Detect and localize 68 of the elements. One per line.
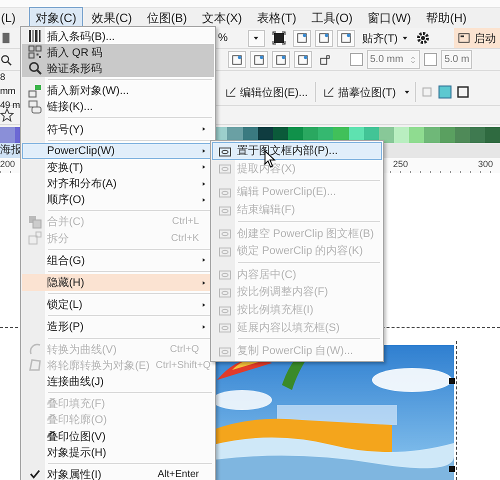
- menu-item[interactable]: 插入条码(B)...: [22, 28, 214, 44]
- submenu-arrow-icon: [201, 125, 207, 134]
- menu-bar-item[interactable]: (L): [0, 8, 23, 28]
- size-value: 49 m: [0, 99, 20, 113]
- nudge-field[interactable]: 5.0 mm: [367, 50, 420, 69]
- menu-bar-item[interactable]: 窗口(W): [360, 6, 418, 30]
- menu-bar-item[interactable]: 效果(C): [84, 6, 140, 30]
- dropdown-caret-icon: [252, 34, 260, 42]
- zoom-icon: [0, 54, 12, 66]
- menu-item[interactable]: 插入新对象(W)...: [22, 82, 214, 99]
- submenu-arrow-icon: [201, 256, 207, 264]
- combine-icon: [28, 214, 42, 229]
- outline-icon: [28, 358, 42, 372]
- rectangle-icon: [456, 85, 470, 99]
- selection-handle[interactable]: [449, 466, 455, 472]
- submenu-arrow-icon: [201, 300, 207, 309]
- ruler-label: 300: [478, 159, 494, 169]
- submenu-arrow-icon: [201, 322, 207, 331]
- nudge-field[interactable]: 5.0 m: [441, 50, 472, 69]
- break-apart-icon: [28, 231, 42, 246]
- zoom-dropdown-button[interactable]: [248, 30, 265, 46]
- insert-object-icon: [28, 84, 42, 98]
- trace-bitmap-button[interactable]: 描摹位图(T): [320, 84, 399, 100]
- menu-item[interactable]: 符号(Y): [22, 120, 214, 138]
- dropdown-caret-icon: [402, 88, 411, 96]
- menu-item[interactable]: 叠印位图(V): [22, 428, 214, 444]
- menu-item[interactable]: 插入 QR 码: [22, 44, 214, 60]
- menu-bar-item[interactable]: 工具(O): [304, 6, 360, 30]
- menu-item[interactable]: 链接(K)...: [22, 98, 214, 115]
- menu-item[interactable]: 锁定(L): [22, 296, 214, 313]
- dropdown-caret-icon: [400, 34, 409, 42]
- full-screen-icon: [272, 31, 286, 45]
- size-value: 8 mm: [0, 71, 16, 99]
- link-icon: [28, 100, 42, 114]
- zoom-percent: %: [218, 32, 228, 44]
- checkbox[interactable]: [350, 53, 363, 66]
- magnifier-icon: [28, 61, 42, 76]
- bitmap-icon: [438, 85, 452, 99]
- settings-icon: [416, 31, 430, 45]
- barcode-icon: [28, 29, 42, 44]
- menu-item[interactable]: 连接曲线(J): [22, 373, 214, 390]
- checkbox[interactable]: [424, 53, 438, 66]
- window-icon: [458, 32, 470, 44]
- page-icon: [0, 32, 12, 44]
- menu-item[interactable]: 组合(G): [22, 252, 214, 268]
- snap-dropdown[interactable]: 贴齐(T): [358, 30, 412, 46]
- star-icon: [0, 108, 14, 122]
- menu-bar-item[interactable]: 表格(T): [250, 6, 304, 30]
- menu-item[interactable]: 对象属性(I) Alt+Enter: [22, 466, 214, 480]
- menu-bar-item[interactable]: 帮助(H): [419, 6, 474, 30]
- menu-item[interactable]: 对象提示(H): [22, 444, 214, 460]
- menu-item[interactable]: 变换(T): [22, 159, 214, 176]
- menu-item[interactable]: 造形(P): [22, 318, 214, 335]
- selection-handle[interactable]: [449, 378, 455, 384]
- launch-button[interactable]: 启动: [454, 28, 500, 48]
- ruler-label: 250: [393, 159, 408, 169]
- menu-item[interactable]: 顺序(O): [22, 192, 214, 208]
- ruler-label: 200: [0, 159, 16, 169]
- qr-code-icon: [28, 45, 42, 60]
- menu-bar-item[interactable]: 位图(B): [140, 6, 194, 30]
- submenu-arrow-icon: [201, 278, 207, 287]
- menu-item[interactable]: 对齐和分布(A): [22, 176, 214, 192]
- menu-bar-item[interactable]: 文本(X): [195, 6, 250, 30]
- edit-bitmap-button[interactable]: 编辑位图(E)...: [222, 84, 311, 100]
- curve-icon: [28, 342, 42, 356]
- corner-icon: [319, 54, 331, 66]
- checkmark-icon: [29, 468, 41, 480]
- menu-item[interactable]: 验证条形码: [22, 60, 214, 77]
